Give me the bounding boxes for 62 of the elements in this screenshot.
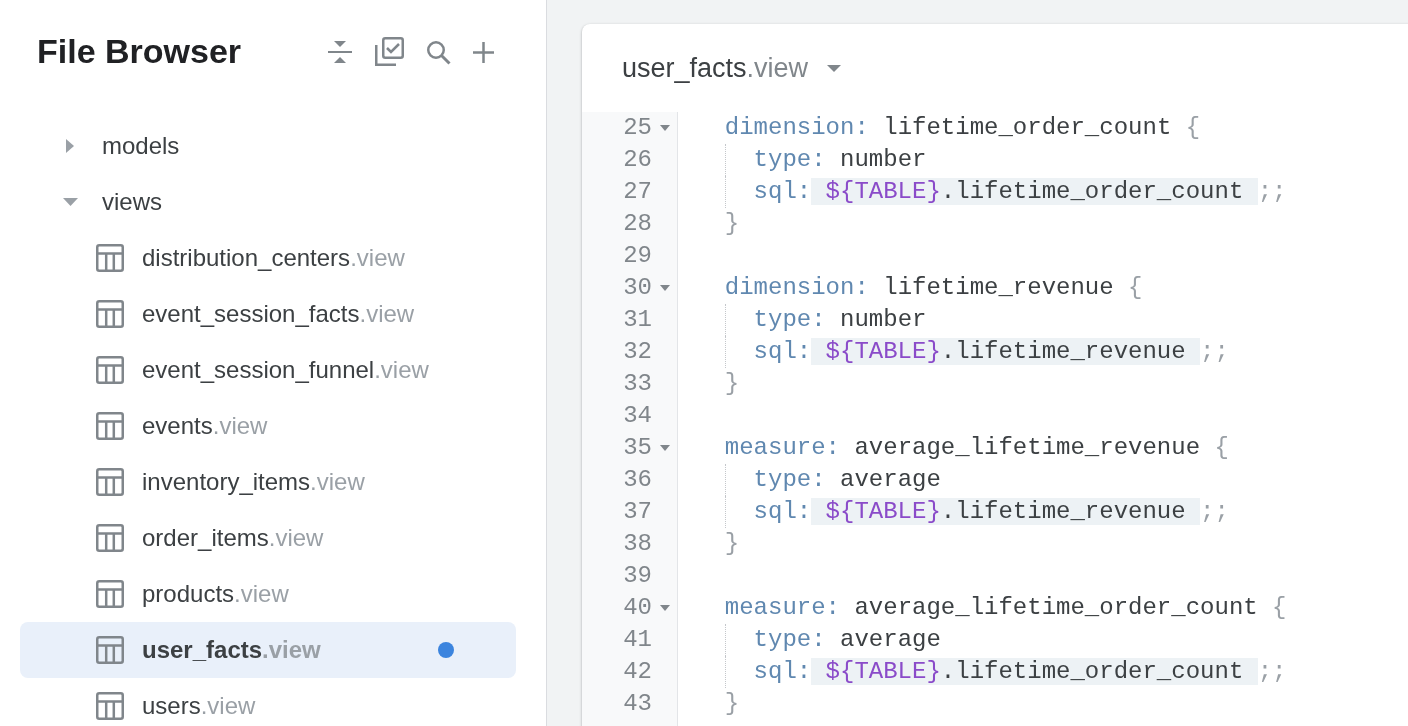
line-number: 32	[623, 337, 652, 367]
table-icon	[96, 356, 124, 384]
line-number: 31	[623, 305, 652, 335]
file-tree-item[interactable]: event_session_funnel.view	[20, 342, 516, 398]
line-number: 30	[623, 273, 652, 303]
file-tree-item[interactable]: inventory_items.view	[20, 454, 516, 510]
line-number: 35	[623, 433, 652, 463]
code-line: dimension: lifetime_order_count {	[724, 113, 1201, 143]
file-tree-item[interactable]: user_facts.view	[20, 622, 516, 678]
table-icon	[96, 580, 124, 608]
line-number: 38	[623, 529, 652, 559]
line-number: 27	[623, 177, 652, 207]
line-number: 40	[623, 593, 652, 623]
plus-icon[interactable]	[473, 41, 494, 63]
line-number: 42	[623, 657, 652, 687]
fold-caret-icon[interactable]	[660, 285, 670, 291]
file-tree-item[interactable]: users.view	[20, 678, 516, 726]
code-line: measure: average_lifetime_revenue {	[724, 433, 1229, 463]
line-number: 28	[623, 209, 652, 239]
table-icon	[96, 468, 124, 496]
file-name-dropdown[interactable]: user_facts.view	[622, 52, 842, 84]
code-line: dimension: lifetime_revenue {	[724, 273, 1143, 303]
collapse-all-icon[interactable]	[328, 41, 352, 63]
table-icon	[96, 412, 124, 440]
code-line: type: average	[753, 465, 941, 495]
code-line: }	[724, 529, 740, 559]
file-tree-item[interactable]: distribution_centers.view	[20, 230, 516, 286]
table-icon	[96, 300, 124, 328]
code-line: type: number	[753, 145, 927, 175]
fold-caret-icon[interactable]	[660, 605, 670, 611]
code-line: type: average	[753, 625, 941, 655]
file-tree-item[interactable]: order_items.view	[20, 510, 516, 566]
line-number: 33	[623, 369, 652, 399]
panel-title: File Browser	[37, 33, 242, 71]
fold-caret-icon[interactable]	[660, 445, 670, 451]
folder-tree-item[interactable]: models	[20, 118, 516, 174]
line-number: 39	[623, 561, 652, 591]
caret-down-icon	[827, 64, 842, 72]
code-line: measure: average_lifetime_order_count {	[724, 593, 1287, 623]
code-line: }	[724, 369, 740, 399]
code-line: type: number	[753, 305, 927, 335]
table-icon	[96, 244, 124, 272]
file-tree-item[interactable]: products.view	[20, 566, 516, 622]
line-number: 37	[623, 497, 652, 527]
fold-caret-icon[interactable]	[660, 125, 670, 131]
file-tree-item[interactable]: events.view	[20, 398, 516, 454]
line-number: 43	[623, 689, 652, 719]
line-number: 29	[623, 241, 652, 271]
code-line: }	[724, 689, 740, 719]
stacked-checkbox-icon[interactable]	[374, 37, 404, 67]
search-icon[interactable]	[426, 39, 451, 65]
table-icon	[96, 692, 124, 720]
file-tree-item[interactable]: event_session_facts.view	[20, 286, 516, 342]
line-number: 25	[623, 113, 652, 143]
folder-tree-item[interactable]: views	[20, 174, 516, 230]
code-line: }	[724, 209, 740, 239]
table-icon	[96, 636, 124, 664]
line-number: 41	[623, 625, 652, 655]
line-number: 36	[623, 465, 652, 495]
table-icon	[96, 524, 124, 552]
line-number: 26	[623, 145, 652, 175]
line-number: 34	[623, 401, 652, 431]
